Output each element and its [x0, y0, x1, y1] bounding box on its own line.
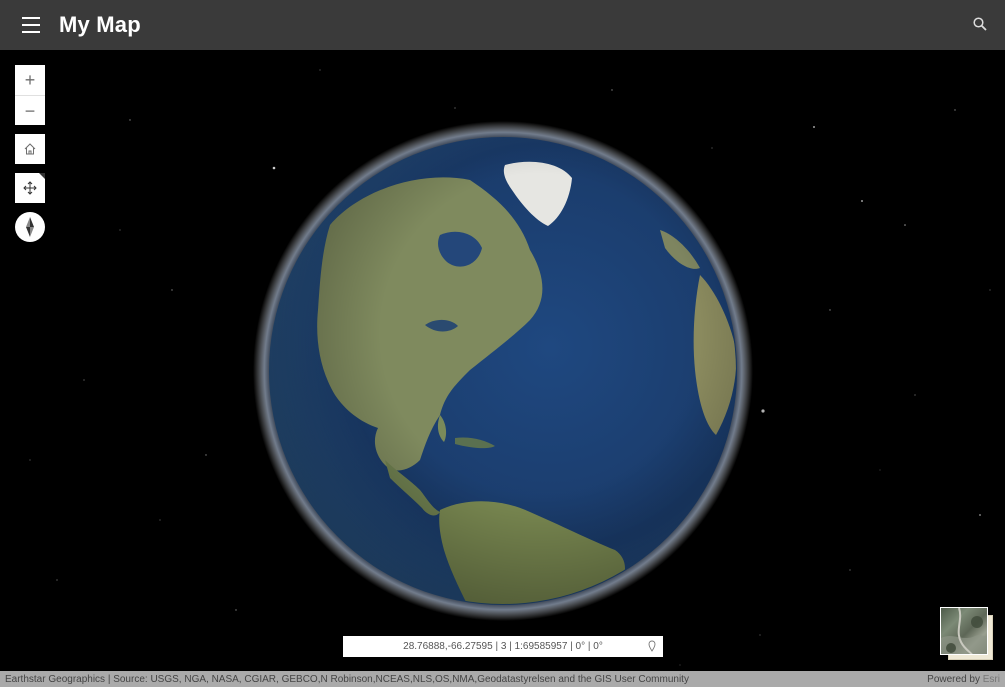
location-pin-icon[interactable] — [648, 640, 656, 652]
pan-arrows-icon — [23, 181, 37, 195]
globe-shading — [269, 137, 737, 605]
coordinate-text: 28.76888,-66.27595 | 3 | 1:69585957 | 0°… — [403, 641, 603, 652]
hamburger-menu-icon — [22, 17, 40, 19]
imagery-thumbnail-icon — [941, 608, 987, 654]
esri-link[interactable]: Esri — [983, 674, 1000, 685]
home-button[interactable] — [15, 134, 45, 164]
app-title: My Map — [59, 12, 141, 37]
basemap-imagery-thumbnail — [940, 607, 988, 655]
app-header: My Map — [0, 0, 1005, 50]
attribution-sources: Earthstar Geographics | Source: USGS, NG… — [5, 673, 689, 685]
basemap-toggle[interactable] — [940, 607, 993, 660]
globe[interactable] — [0, 50, 1005, 671]
menu-button[interactable] — [14, 8, 48, 42]
compass-button[interactable] — [15, 212, 45, 242]
search-button[interactable] — [969, 13, 991, 35]
powered-by: Powered by Esri — [927, 673, 1000, 685]
zoom-controls: + − — [15, 65, 45, 125]
attribution-bar: Earthstar Geographics | Source: USGS, NG… — [0, 671, 1005, 687]
zoom-out-button[interactable]: − — [15, 95, 45, 125]
coordinate-readout[interactable]: 28.76888,-66.27595 | 3 | 1:69585957 | 0°… — [343, 636, 663, 657]
compass-icon — [26, 217, 34, 237]
scene-view[interactable]: + − 28.76888,-66.27595 | 3 | 1:69585957 … — [0, 50, 1005, 671]
search-icon — [973, 17, 987, 31]
zoom-in-button[interactable]: + — [15, 65, 45, 95]
navigation-toggle-button[interactable] — [15, 173, 45, 203]
home-icon — [24, 143, 36, 155]
